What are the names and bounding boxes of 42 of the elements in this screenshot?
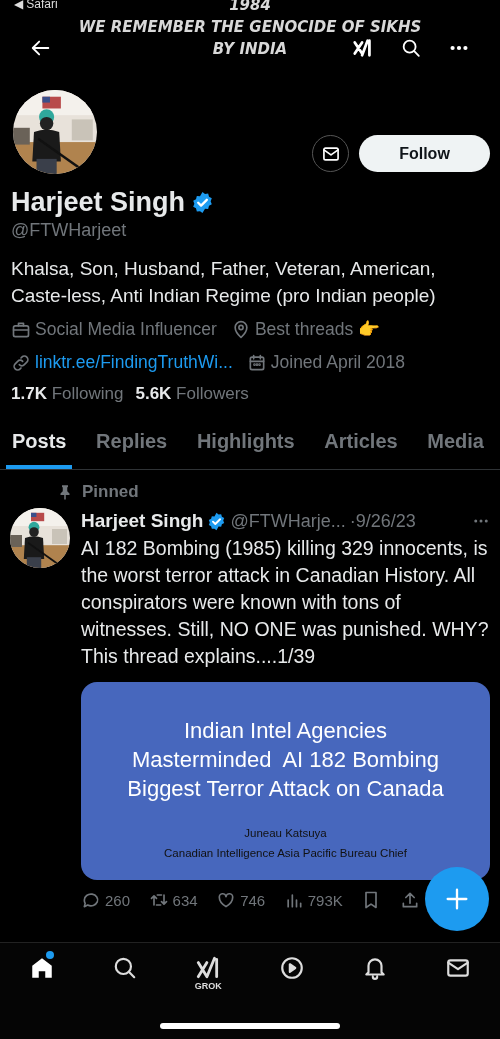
follow-stat-link[interactable]: 5.6K Followers: [135, 384, 249, 404]
post-avatar[interactable]: [10, 508, 70, 568]
profile-bio: Khalsa, Son, Husband, Father, Veteran, American, Caste-less, Anti Indian Regime (pro Indian people): [11, 257, 437, 308]
action-count: 746: [240, 891, 266, 909]
profile-tab[interactable]: Media: [421, 422, 490, 469]
follow-stat-link[interactable]: 1.7K Following: [11, 384, 124, 404]
link-icon: [11, 352, 31, 373]
slide-title-line: Masterminded AI 182 Bombing: [131, 746, 440, 774]
nav-label[interactable]: GROK: [194, 981, 222, 991]
action-count: 260: [105, 891, 131, 909]
action-count: 793K: [307, 891, 343, 909]
profile-tab[interactable]: Replies: [90, 422, 174, 469]
follow-button[interactable]: Follow: [359, 135, 490, 172]
location-text: Best threads 👉: [254, 319, 381, 340]
join-date: Joined April 2018: [270, 352, 406, 373]
slide-title-line: Biggest Terror Attack on Canada: [127, 775, 444, 803]
post-date: ·9/26/23: [349, 510, 416, 532]
message-button[interactable]: [312, 135, 349, 172]
slide-author-title: Canadian Intelligence Asia Pacific Bureau Chief: [164, 846, 407, 861]
author-name: Harjeet Singh: [81, 510, 204, 532]
pinned-label: Pinned: [82, 482, 139, 502]
post-text: AI 182 Bombing (1985) killing 329 innocents, is the worst terror attack in Canadian History. All conspirators were known with tons of witnesses. Still, NO ONE was punished. WHY? This thread explains....1/39: [81, 536, 490, 669]
reply-bubble-icon[interactable]: [81, 890, 101, 910]
action-count: 634: [172, 891, 198, 909]
profile-handle: @FTWHarjeet: [11, 220, 128, 241]
play-circle-icon[interactable]: [278, 955, 305, 981]
profile-tab[interactable]: Highlights: [190, 422, 301, 469]
search-icon[interactable]: [400, 37, 422, 59]
banner-text-line: BY INDIA: [212, 39, 288, 60]
slide-author: Juneau Katsuya: [244, 826, 327, 841]
website-link[interactable]: linktr.ee/FindingTruthWi...: [35, 352, 233, 373]
profile-name: Harjeet Singh: [11, 186, 186, 218]
back-to-app-link[interactable]: ◀ Safari: [14, 0, 58, 10]
profile-tab[interactable]: Posts: [6, 422, 73, 469]
author-handle: @FTWHarje...: [230, 510, 346, 532]
slash-logo-icon[interactable]: [352, 37, 374, 59]
media-card[interactable]: Indian Intel Agencies Masterminded AI 182 Bombing Biggest Terror Attack on Canada Juneau Katsuya Canadian Intelligence Asia Pacific Bureau Chief: [81, 682, 490, 880]
banner-text-line: WE REMEMBER THE GENOCIDE OF SIKHS: [78, 17, 422, 38]
profile-tab[interactable]: Articles: [318, 422, 404, 469]
slide-title-line: Indian Intel Agencies: [182, 717, 388, 745]
search-icon[interactable]: [112, 955, 138, 981]
category-text: Social Media Influencer: [35, 319, 217, 340]
